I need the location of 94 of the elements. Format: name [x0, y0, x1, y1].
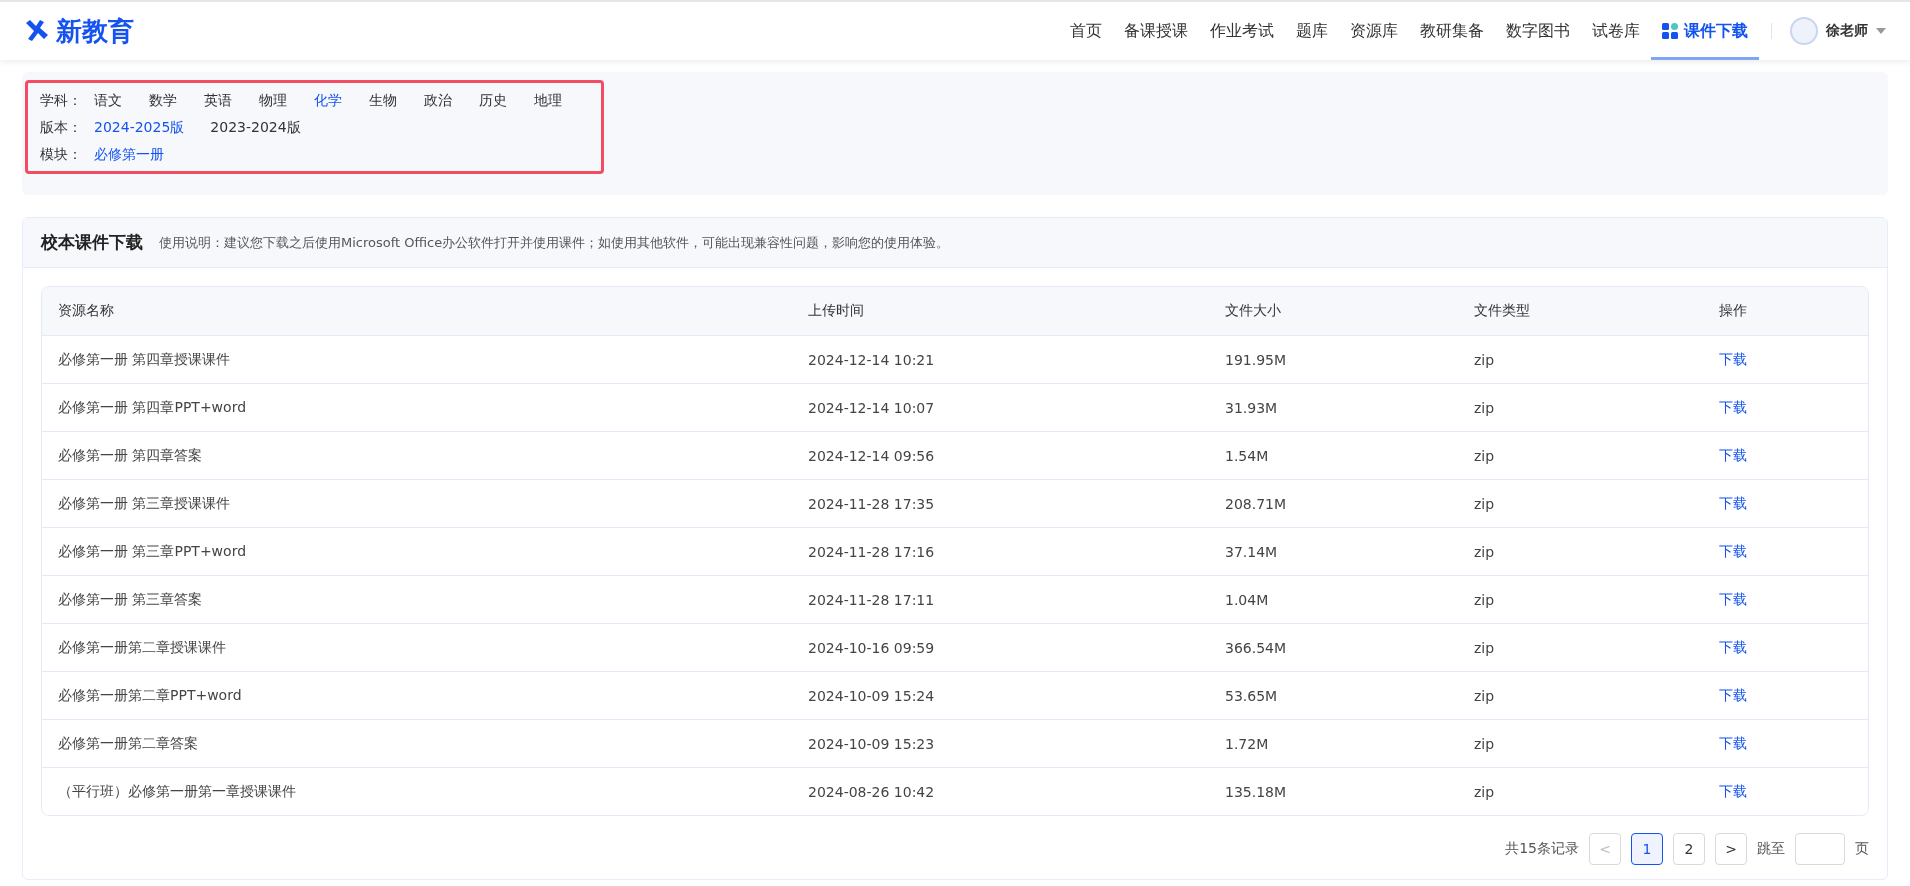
filter-option[interactable]: 英语 [204, 92, 232, 110]
download-link[interactable]: 下载 [1703, 494, 1747, 513]
table-cell-text: zip [1473, 687, 1496, 704]
table-cell-text: 必修第一册 第四章PPT+word [57, 398, 248, 417]
page-unit: 页 [1855, 840, 1869, 858]
table-cell-text: 191.95M [1224, 351, 1288, 368]
download-link[interactable]: 下载 [1703, 398, 1747, 417]
table-cell-text: 31.93M [1224, 399, 1279, 416]
grid-icon [1662, 23, 1678, 39]
nav-tab[interactable]: 题库 [1285, 2, 1339, 60]
download-link[interactable]: 下载 [1703, 542, 1747, 561]
filter-option[interactable]: 物理 [259, 92, 287, 110]
section-title: 校本课件下载 [41, 231, 143, 254]
filter-option[interactable]: 2023-2024版 [210, 119, 301, 137]
nav-tab[interactable]: 课件下载 [1651, 2, 1759, 60]
table-cell-text: 2024-11-28 17:35 [807, 495, 936, 512]
table-cell-text: 2024-11-28 17:16 [807, 543, 936, 560]
column-header: 资源名称 [57, 302, 115, 320]
user-name[interactable]: 徐老师 [1826, 22, 1868, 40]
logo-icon [24, 19, 50, 43]
table-cell-text: 135.18M [1224, 783, 1288, 800]
nav-tab[interactable]: 试卷库 [1581, 2, 1651, 60]
table-cell-text: zip [1473, 447, 1496, 464]
table-cell-text: 必修第一册 第三章授课课件 [57, 494, 232, 513]
next-page-button[interactable]: > [1715, 833, 1747, 865]
table-cell-text: 2024-12-14 09:56 [807, 447, 936, 464]
download-link[interactable]: 下载 [1703, 782, 1747, 801]
table-cell-text: zip [1473, 351, 1496, 368]
table-cell-text: 2024-10-09 15:24 [807, 687, 936, 704]
filter-option[interactable]: 政治 [424, 92, 452, 110]
filter-option[interactable]: 必修第一册 [94, 146, 164, 164]
total-count: 共15条记录 [1505, 840, 1579, 858]
avatar[interactable] [1790, 17, 1818, 45]
filter-option[interactable]: 数学 [149, 92, 177, 110]
filter-label: 学科： [40, 92, 83, 110]
page-button[interactable]: 1 [1631, 833, 1663, 865]
table-cell-text: zip [1473, 783, 1496, 800]
table-cell-text: 53.65M [1224, 687, 1279, 704]
column-header: 操作 [1718, 302, 1748, 320]
table-cell-text: zip [1473, 495, 1496, 512]
table-cell-text: 2024-08-26 10:42 [807, 783, 936, 800]
download-link[interactable]: 下载 [1703, 734, 1747, 753]
column-header: 上传时间 [807, 302, 865, 320]
column-header: 文件类型 [1473, 302, 1531, 320]
nav-tab[interactable]: 作业考试 [1199, 2, 1285, 60]
table-cell-text: 2024-12-14 10:21 [807, 351, 936, 368]
table-cell-text: 2024-10-09 15:23 [807, 735, 936, 752]
table-cell-text: 1.72M [1224, 735, 1270, 752]
table-cell-text: zip [1473, 399, 1496, 416]
table-cell-text: 必修第一册 第四章答案 [57, 446, 204, 465]
nav-tab[interactable]: 资源库 [1339, 2, 1409, 60]
filter-label: 版本： [40, 119, 83, 137]
logo-text[interactable]: 新教育 [56, 13, 134, 49]
table-cell-text: 1.54M [1224, 447, 1270, 464]
download-link[interactable]: 下载 [1703, 638, 1747, 657]
table-cell-text: 必修第一册 第三章PPT+word [57, 542, 248, 561]
column-header: 文件大小 [1224, 302, 1282, 320]
table-cell-text: 必修第一册第二章授课课件 [57, 638, 227, 657]
table-cell-text: zip [1473, 591, 1496, 608]
filter-option[interactable]: 2024-2025版 [94, 119, 185, 137]
table-cell-text: 必修第一册第二章答案 [57, 734, 199, 753]
nav-tab[interactable]: 首页 [1059, 2, 1113, 60]
download-link[interactable]: 下载 [1703, 686, 1747, 705]
table-cell-text: 37.14M [1224, 543, 1279, 560]
filter-option[interactable]: 化学 [314, 92, 342, 110]
table-cell-text: 366.54M [1224, 639, 1288, 656]
filter-label: 模块： [40, 146, 83, 164]
download-link[interactable]: 下载 [1703, 446, 1747, 465]
table-cell-text: zip [1473, 543, 1496, 560]
filter-option[interactable]: 语文 [94, 92, 122, 110]
table-cell-text: 必修第一册 第三章答案 [57, 590, 204, 609]
table-cell-text: 2024-12-14 10:07 [807, 399, 936, 416]
table-cell-text: 2024-10-16 09:59 [807, 639, 936, 656]
table-cell-text: 必修第一册 第四章授课课件 [57, 350, 232, 369]
nav-tab[interactable]: 备课授课 [1113, 2, 1199, 60]
download-link[interactable]: 下载 [1703, 350, 1747, 369]
page-button[interactable]: 2 [1673, 833, 1705, 865]
filter-option[interactable]: 历史 [479, 92, 507, 110]
page-input[interactable] [1795, 833, 1845, 865]
caret-icon[interactable] [1876, 28, 1886, 34]
nav-tab[interactable]: 数字图书 [1495, 2, 1581, 60]
table-cell-text: 208.71M [1224, 495, 1288, 512]
table-cell-text: 必修第一册第二章PPT+word [57, 686, 243, 705]
table-cell-text: （平行班）必修第一册第一章授课课件 [57, 782, 297, 801]
table-cell-text: zip [1473, 639, 1496, 656]
download-link[interactable]: 下载 [1703, 590, 1747, 609]
filter-option[interactable]: 地理 [534, 92, 562, 110]
table-cell-text: 2024-11-28 17:11 [807, 591, 936, 608]
table-cell-text: zip [1473, 735, 1496, 752]
usage-note: 使用说明：建议您下载之后使用Microsoft Office办公软件打开并使用课件；如使用其他软件，可能出现兼容性问题，影响您的使用体验。 [159, 233, 950, 252]
jump-label: 跳至 [1757, 840, 1785, 858]
table-cell-text: 1.04M [1224, 591, 1270, 608]
filter-option[interactable]: 生物 [369, 92, 397, 110]
nav-tab[interactable]: 教研集备 [1409, 2, 1495, 60]
